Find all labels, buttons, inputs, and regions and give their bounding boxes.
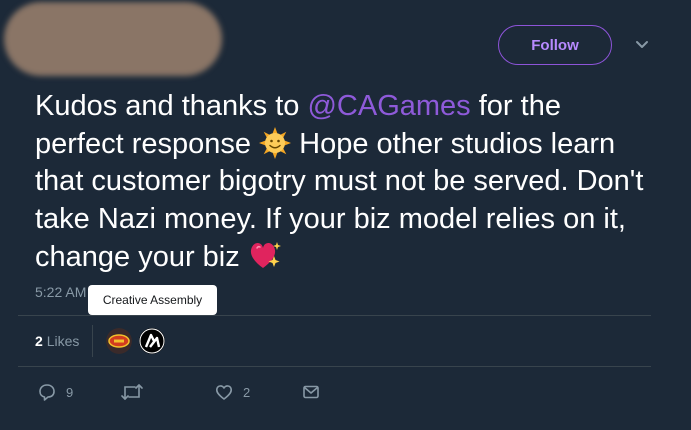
envelope-icon — [303, 385, 319, 399]
reply-count: 9 — [66, 384, 74, 400]
likes-label: Likes — [46, 333, 80, 349]
reply-icon — [39, 384, 55, 401]
tooltip: Creative Assembly — [88, 285, 217, 315]
retweet-button[interactable] — [120, 383, 154, 401]
divider — [18, 315, 651, 316]
retweet-icon — [121, 384, 143, 400]
mention-link[interactable]: @CAGames — [307, 90, 470, 122]
tweet-text: Kudos and thanks to @CAGames for the perf… — [35, 88, 665, 277]
heart-icon — [215, 385, 233, 400]
likes-summary[interactable]: 2 Likes — [35, 333, 79, 349]
blurred-profile-header — [4, 2, 222, 76]
divider — [18, 366, 651, 367]
like-count: 2 — [243, 384, 251, 400]
divider-vertical — [92, 325, 93, 357]
avatar[interactable] — [106, 328, 132, 354]
sparkling-heart-icon — [250, 242, 281, 268]
avatar[interactable] — [139, 328, 165, 354]
reply-button[interactable]: 9 — [38, 383, 73, 401]
likes-count: 2 — [35, 333, 43, 349]
follow-button[interactable]: Follow — [498, 25, 612, 65]
chevron-down-icon[interactable] — [633, 36, 651, 54]
tweet-text-segment: Kudos and thanks to — [35, 90, 308, 122]
direct-message-button[interactable] — [302, 383, 320, 401]
tweet-timestamp[interactable]: 5:22 AM — [35, 284, 86, 300]
tweet-text-segment: perfect response — [35, 127, 252, 160]
sun-with-face-icon — [259, 126, 292, 159]
tweet-text-segment: for the — [470, 90, 561, 122]
like-button[interactable]: 2 — [215, 383, 250, 401]
